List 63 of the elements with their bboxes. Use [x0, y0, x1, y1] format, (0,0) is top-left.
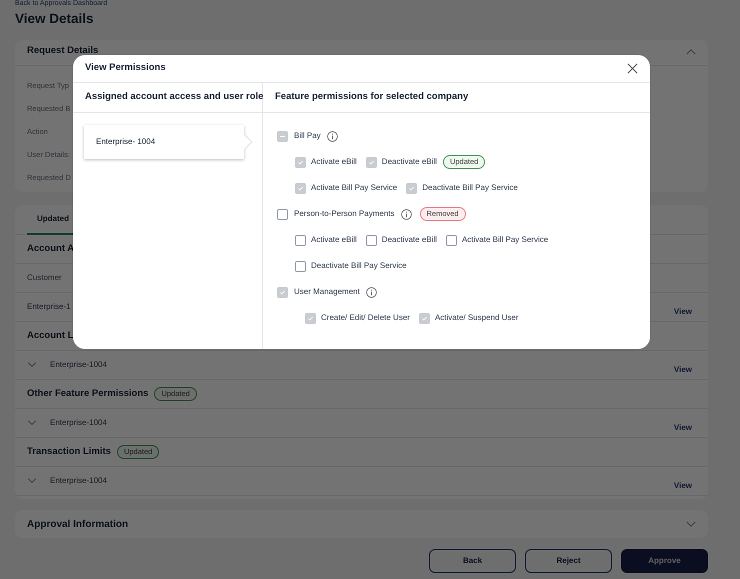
option-label: Deactivate eBill — [382, 234, 437, 246]
option-label: Activate Bill Pay Service — [311, 182, 398, 194]
checkbox[interactable] — [277, 208, 288, 220]
column-heading: Feature permissions for selected company — [263, 83, 650, 113]
checkbox[interactable] — [295, 156, 306, 168]
chevron-down-icon[interactable] — [27, 478, 37, 484]
row-text: Enterprise-1004 — [50, 417, 107, 429]
info-icon[interactable] — [400, 208, 412, 220]
view-link[interactable]: View — [674, 422, 692, 434]
info-icon[interactable] — [326, 130, 338, 142]
option-label: Activate/ Suspend User — [434, 312, 519, 324]
row-text: Customer — [27, 272, 62, 284]
option-label: Deactivate Bill Pay Service — [422, 182, 518, 194]
checkmark-icon — [297, 158, 304, 166]
feature-label: Bill Pay — [294, 130, 321, 142]
chevron-down-icon[interactable] — [686, 520, 696, 528]
section-title: Transaction Limits — [27, 444, 111, 459]
feature-label: User Management — [294, 286, 360, 298]
option-label: Activate Bill Pay Service — [462, 234, 548, 246]
row-text: Enterprise-1004 — [50, 475, 107, 487]
section-title: Request Details — [27, 45, 98, 56]
checkbox[interactable] — [277, 130, 288, 142]
checkmark-icon — [368, 158, 375, 166]
feature-label: Person-to-Person Payments — [294, 208, 394, 220]
page-title: View Details — [15, 11, 95, 27]
view-link[interactable]: View — [674, 480, 692, 492]
checkmark-icon — [420, 314, 428, 322]
checkbox[interactable] — [446, 234, 457, 246]
chevron-down-icon[interactable] — [27, 420, 37, 426]
checkbox[interactable] — [366, 156, 377, 168]
row-text: Enterprise-1 — [27, 301, 71, 313]
checkbox[interactable] — [418, 312, 430, 324]
action-button[interactable]: Approve — [621, 549, 708, 573]
checkbox[interactable] — [366, 234, 377, 246]
checkbox[interactable] — [305, 312, 316, 324]
option-label: Deactivate Bill Pay Service — [311, 260, 407, 272]
checkmark-icon — [297, 184, 304, 192]
view-link[interactable]: View — [674, 364, 692, 376]
option-label: Deactivate eBill — [382, 156, 437, 168]
option-label: Create/ Edit/ Delete User — [321, 312, 410, 324]
section-title: Approval Information — [27, 518, 128, 532]
view-link[interactable]: View — [674, 306, 692, 318]
checkbox[interactable] — [295, 182, 306, 194]
checkbox[interactable] — [277, 286, 288, 298]
chevron-up-icon[interactable] — [686, 48, 696, 55]
checkmark-icon — [307, 314, 314, 322]
checkbox[interactable] — [295, 234, 306, 246]
option-label: Activate eBill — [311, 156, 357, 168]
section-title: Other Feature Permissions — [27, 386, 148, 401]
column-heading: Assigned account access and user role — [73, 83, 262, 113]
company-item[interactable]: Enterprise- 1004 — [84, 125, 244, 159]
info-icon[interactable] — [366, 286, 377, 298]
row-text: Enterprise-1004 — [50, 359, 107, 371]
chevron-down-icon[interactable] — [27, 362, 37, 368]
checkbox[interactable] — [406, 182, 418, 194]
close-icon[interactable] — [627, 63, 638, 74]
checkbox[interactable] — [295, 260, 306, 272]
checkmark-icon — [279, 288, 286, 296]
action-button[interactable]: Reject — [525, 549, 612, 573]
option-label: Activate eBill — [311, 234, 357, 246]
dialog-title: View Permissions — [85, 61, 166, 76]
checkmark-icon — [408, 184, 416, 192]
action-button[interactable]: Back — [429, 549, 516, 573]
